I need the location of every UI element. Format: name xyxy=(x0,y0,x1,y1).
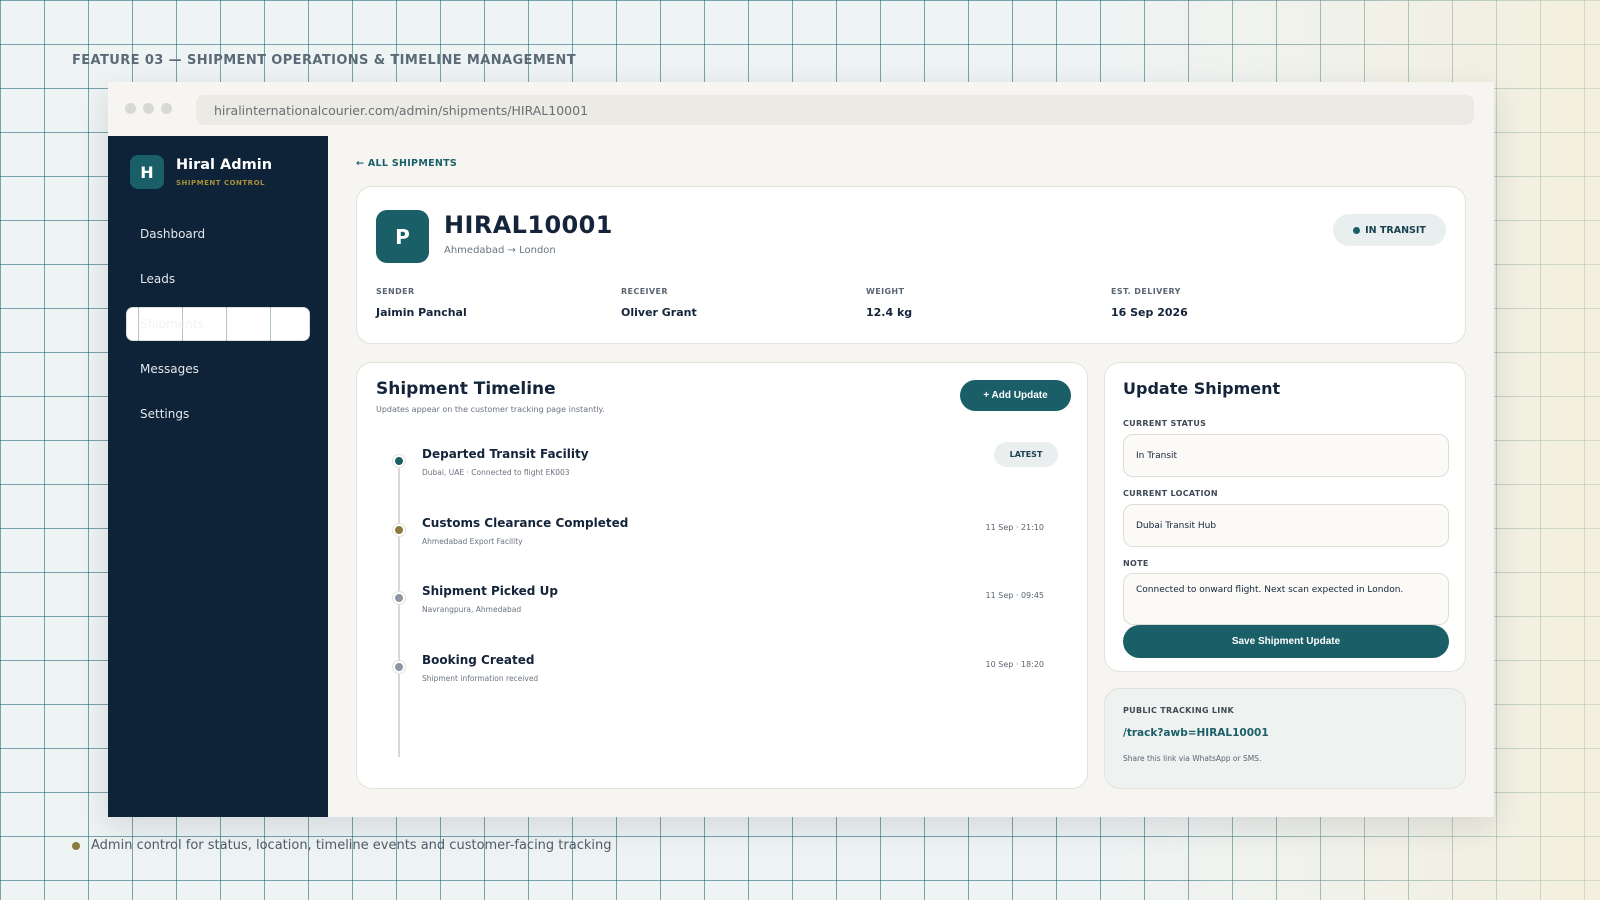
shipment-id: HIRAL10001 xyxy=(444,211,613,239)
caption-text: Admin control for status, location, time… xyxy=(91,838,612,853)
timeline-event-detail: Shipment information received xyxy=(422,674,539,683)
timeline-event-time: 10 Sep · 18:20 xyxy=(985,660,1044,669)
feature-heading: FEATURE 03 — SHIPMENT OPERATIONS & TIMEL… xyxy=(72,53,576,68)
meta-label: SENDER xyxy=(376,287,415,296)
shipment-summary-card: P HIRAL10001 Ahmedabad → London IN TRANS… xyxy=(356,186,1466,344)
update-shipment-card: Update Shipment CURRENT STATUS CURRENT L… xyxy=(1104,362,1466,672)
bullet-icon xyxy=(72,841,80,850)
timeline-event-title: Shipment Picked Up xyxy=(422,584,558,598)
sidebar-item-dashboard[interactable]: Dashboard xyxy=(126,217,310,251)
sidebar-item-messages[interactable]: Messages xyxy=(126,352,310,386)
timeline-event-detail: Navrangpura, Ahmedabad xyxy=(422,605,522,614)
brand-name: Hiral Admin xyxy=(176,157,273,173)
back-to-shipments-link[interactable]: ← ALL SHIPMENTS xyxy=(356,158,457,169)
sidebar-item-label: Shipments xyxy=(140,317,204,331)
timeline-card: Shipment Timeline Updates appear on the … xyxy=(356,362,1088,789)
timeline-dot-icon xyxy=(393,592,405,604)
brand-avatar: H xyxy=(130,155,164,189)
current-location-field[interactable] xyxy=(1123,504,1449,547)
tracking-link-note: Share this link via WhatsApp or SMS. xyxy=(1123,754,1262,763)
sidebar-item-shipments[interactable]: Shipments xyxy=(126,307,310,341)
timeline-event[interactable]: Shipment Picked Up Navrangpura, Ahmedaba… xyxy=(357,584,1089,644)
window-dot-minimize[interactable] xyxy=(143,103,154,114)
timeline-dot-icon xyxy=(393,455,405,467)
meta-label: RECEIVER xyxy=(621,287,668,296)
update-shipment-title: Update Shipment xyxy=(1123,379,1281,398)
timeline-subtitle: Updates appear on the customer tracking … xyxy=(376,405,605,414)
timeline-event[interactable]: Customs Clearance Completed Ahmedabad Ex… xyxy=(357,516,1089,576)
sidebar-item-label: Settings xyxy=(140,407,190,421)
meta-receiver: RECEIVER Oliver Grant xyxy=(621,287,697,319)
tracking-link[interactable]: /track?awb=HIRAL10001 xyxy=(1123,727,1269,739)
timeline-title: Shipment Timeline xyxy=(376,379,556,399)
window-controls xyxy=(125,103,172,114)
status-badge: IN TRANSIT xyxy=(1333,214,1446,246)
timeline-event[interactable]: Booking Created Shipment information rec… xyxy=(357,653,1089,713)
add-update-button[interactable]: + Add Update xyxy=(960,380,1071,411)
timeline-event-time: 11 Sep · 09:45 xyxy=(985,591,1044,600)
meta-label: WEIGHT xyxy=(866,287,905,296)
current-status-field[interactable] xyxy=(1123,434,1449,477)
tracking-link-label: PUBLIC TRACKING LINK xyxy=(1123,706,1235,715)
latest-badge: LATEST xyxy=(994,442,1058,467)
shipment-avatar: P xyxy=(376,210,429,263)
sidebar-item-label: Messages xyxy=(140,362,199,376)
window-dot-maximize[interactable] xyxy=(161,103,172,114)
status-dot-icon xyxy=(1353,226,1361,234)
tracking-link-card: PUBLIC TRACKING LINK /track?awb=HIRAL100… xyxy=(1104,688,1466,789)
meta-weight: WEIGHT 12.4 kg xyxy=(866,287,912,319)
brand: H Hiral Admin SHIPMENT CONTROL xyxy=(130,155,272,189)
meta-label: EST. DELIVERY xyxy=(1111,287,1181,296)
browser-toolbar: hiralinternationalcourier.com/admin/ship… xyxy=(108,82,1494,136)
current-status-label: CURRENT STATUS xyxy=(1123,419,1207,428)
meta-value: Jaimin Panchal xyxy=(376,306,467,319)
timeline-event-title: Booking Created xyxy=(422,653,535,667)
main-content: ← ALL SHIPMENTS P HIRAL10001 Ahmedabad →… xyxy=(328,136,1494,817)
current-location-label: CURRENT LOCATION xyxy=(1123,489,1218,498)
sidebar-item-label: Leads xyxy=(140,272,176,286)
status-badge-label: IN TRANSIT xyxy=(1365,224,1426,236)
note-field[interactable]: Connected to onward flight. Next scan ex… xyxy=(1123,573,1449,625)
timeline-event-detail: Dubai, UAE · Connected to flight EK003 xyxy=(422,468,570,477)
meta-sender: SENDER Jaimin Panchal xyxy=(376,287,467,319)
feature-caption: Admin control for status, location, time… xyxy=(72,838,612,853)
meta-value: 16 Sep 2026 xyxy=(1111,306,1188,319)
meta-est-delivery: EST. DELIVERY 16 Sep 2026 xyxy=(1111,287,1188,319)
sidebar-item-label: Dashboard xyxy=(140,227,206,241)
shipment-route: Ahmedabad → London xyxy=(444,245,556,256)
timeline-dot-icon xyxy=(393,661,405,673)
meta-value: 12.4 kg xyxy=(866,306,913,319)
browser-window: hiralinternationalcourier.com/admin/ship… xyxy=(108,82,1494,817)
meta-value: Oliver Grant xyxy=(621,306,697,319)
note-label: NOTE xyxy=(1123,559,1149,568)
sidebar-item-settings[interactable]: Settings xyxy=(126,397,310,431)
timeline-event-time: 11 Sep · 21:10 xyxy=(985,523,1044,532)
brand-subtitle: SHIPMENT CONTROL xyxy=(176,179,265,187)
timeline-event[interactable]: Departed Transit Facility Dubai, UAE · C… xyxy=(357,442,1089,507)
save-shipment-update-button[interactable]: Save Shipment Update xyxy=(1123,625,1449,658)
sidebar: H Hiral Admin SHIPMENT CONTROL Dashboard… xyxy=(108,136,328,817)
window-dot-close[interactable] xyxy=(125,103,136,114)
address-bar[interactable]: hiralinternationalcourier.com/admin/ship… xyxy=(196,95,1474,125)
timeline-event-title: Departed Transit Facility xyxy=(422,447,589,461)
timeline-dot-icon xyxy=(393,524,405,536)
timeline-event-detail: Ahmedabad Export Facility xyxy=(422,537,523,546)
sidebar-item-leads[interactable]: Leads xyxy=(126,262,310,296)
timeline-event-title: Customs Clearance Completed xyxy=(422,516,629,530)
